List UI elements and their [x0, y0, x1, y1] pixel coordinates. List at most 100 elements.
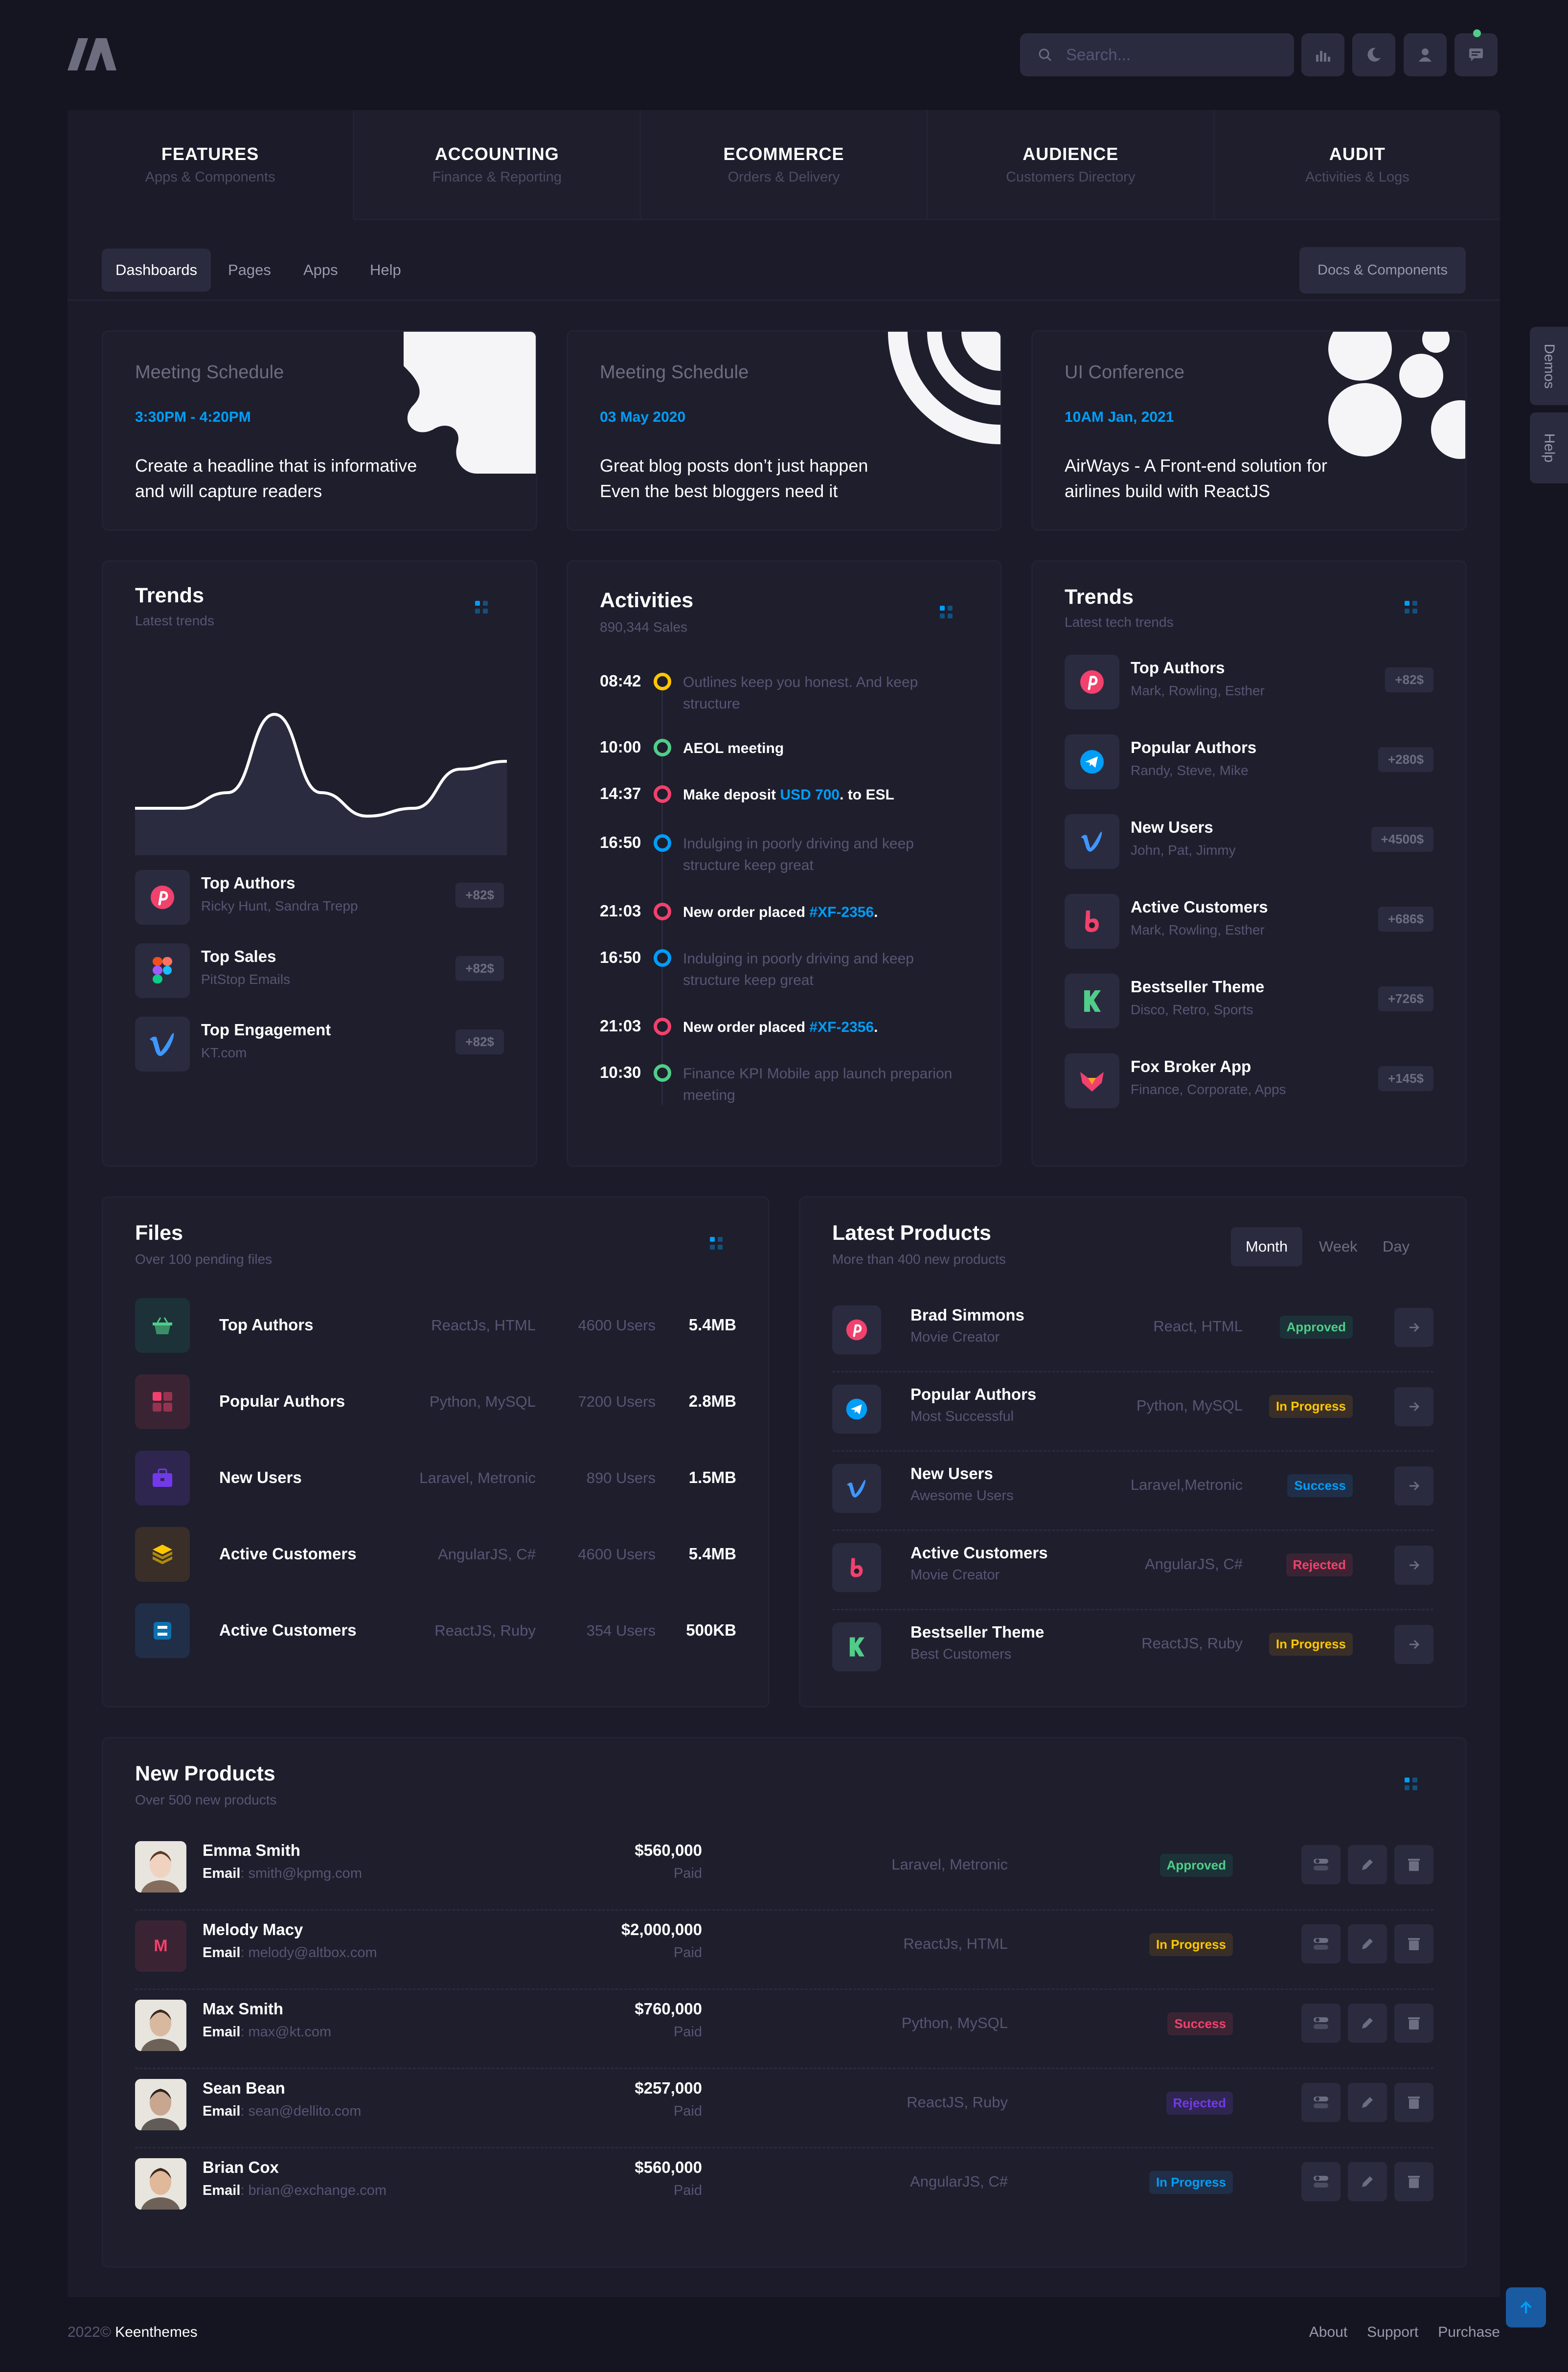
list-item[interactable]: Top Engagement KT.com +82$ [135, 1017, 504, 1073]
table-row[interactable]: Brian Cox Email: brian@exchange.com $560,0… [135, 2148, 1433, 2228]
search-box[interactable]: Search... [1020, 33, 1294, 76]
product-row[interactable]: Brad Simmons Movie Creator React, HTML Appr… [832, 1293, 1433, 1372]
file-users: 7200 Users [578, 1393, 656, 1410]
delete-button[interactable] [1394, 1845, 1433, 1884]
edit-button[interactable] [1348, 2162, 1387, 2201]
subnav-dashboards[interactable]: Dashboards [102, 249, 211, 292]
segment-month[interactable]: Month [1231, 1227, 1303, 1266]
list-item[interactable]: Active Customers Mark, Rowling, Esther +68… [1065, 894, 1433, 950]
trash-icon [1408, 2176, 1420, 2188]
table-row[interactable]: Max Smith Email: max@kt.com $760,000 Paid Py… [135, 1990, 1433, 2069]
list-item[interactable]: Top Authors Ricky Hunt, Sandra Trepp +82… [135, 870, 504, 926]
list-item[interactable]: Top Authors Mark, Rowling, Esther +82$ [1065, 655, 1433, 711]
product-row[interactable]: Popular Authors Most Successful Python, My… [832, 1372, 1433, 1452]
theme-button[interactable] [1352, 33, 1395, 76]
trash-icon [1408, 2017, 1420, 2030]
footer-link-support[interactable]: Support [1367, 2324, 1418, 2341]
table-row[interactable]: M Melody Macy Email: melody@altbox.com $2,0… [135, 1911, 1433, 1990]
demos-side-tab[interactable]: Demos [1530, 327, 1568, 405]
segment-week[interactable]: Week [1304, 1227, 1372, 1266]
docs-components-button[interactable]: Docs & Components [1299, 247, 1466, 294]
timeline-time: 10:30 [600, 1063, 641, 1081]
open-product-button[interactable] [1394, 1308, 1433, 1347]
card-subtitle: Over 100 pending files [135, 1252, 273, 1267]
chat-button[interactable] [1454, 33, 1498, 76]
file-row[interactable]: New Users Laravel, Metronic 890 Users 1.5MB [135, 1451, 736, 1507]
list-item[interactable]: New Users John, Pat, Jimmy +4500$ [1065, 814, 1433, 870]
menu-dots-icon[interactable] [940, 606, 954, 620]
subnav-help[interactable]: Help [356, 249, 415, 292]
circles-shape-icon [1328, 332, 1465, 459]
tab-accounting[interactable]: ACCOUNTING Finance & Reporting [354, 110, 641, 220]
edit-button[interactable] [1348, 1845, 1387, 1884]
bebo-icon [832, 1543, 881, 1592]
list-item[interactable]: Popular Authors Randy, Steve, Mike +280$ [1065, 734, 1433, 791]
file-row[interactable]: Active Customers ReactJS, Ruby 354 Users 50… [135, 1603, 736, 1660]
product-row[interactable]: New Users Awesome Users Laravel,Metronic Su… [832, 1452, 1433, 1531]
scroll-top-button[interactable] [1506, 2287, 1546, 2327]
product-row[interactable]: Active Customers Movie Creator AngularJS, … [832, 1531, 1433, 1610]
menu-dots-icon[interactable] [710, 1237, 725, 1252]
product-row[interactable]: Bestseller Theme Best Customers ReactJS, R… [832, 1610, 1433, 1689]
delete-button[interactable] [1394, 2004, 1433, 2043]
avatar [135, 2079, 186, 2130]
promo-card-2[interactable]: Meeting Schedule 03 May 2020 Great blog … [567, 330, 1002, 531]
open-product-button[interactable] [1394, 1387, 1433, 1426]
file-row[interactable]: Popular Authors Python, MySQL 7200 Users 2.… [135, 1374, 736, 1431]
file-row[interactable]: Top Authors ReactJs, HTML 4600 Users 5.4MB [135, 1298, 736, 1354]
edit-button[interactable] [1348, 1924, 1387, 1963]
tab-audit[interactable]: AUDIT Activities & Logs [1214, 110, 1500, 220]
delete-button[interactable] [1394, 2162, 1433, 2201]
footer-link-about[interactable]: About [1309, 2324, 1347, 2341]
tab-audience[interactable]: AUDIENCE Customers Directory [928, 110, 1215, 220]
product-title: Brad Simmons [910, 1306, 1024, 1324]
edit-button[interactable] [1348, 2004, 1387, 2043]
toggle-button[interactable] [1301, 2162, 1341, 2201]
list-item[interactable]: Fox Broker App Finance, Corporate, Apps +1… [1065, 1053, 1433, 1110]
footer-link-purchase[interactable]: Purchase [1438, 2324, 1500, 2341]
toggle-button[interactable] [1301, 2083, 1341, 2122]
logo-icon[interactable] [68, 38, 116, 70]
table-row[interactable]: Emma Smith Email: smith@kpmg.com $560,000 P… [135, 1831, 1433, 1911]
card-subtitle: 890,344 Sales [600, 619, 688, 635]
tab-features[interactable]: FEATURES Apps & Components [68, 110, 355, 220]
file-row[interactable]: Active Customers AngularJS, C# 4600 Users 5… [135, 1527, 736, 1583]
open-product-button[interactable] [1394, 1625, 1433, 1664]
segment-day[interactable]: Day [1368, 1227, 1424, 1266]
search-placeholder[interactable]: Search... [1066, 46, 1131, 64]
file-name: Active Customers [219, 1621, 357, 1639]
status-badge: Success [1287, 1474, 1353, 1497]
tab-ecommerce[interactable]: ECOMMERCE Orders & Delivery [641, 110, 928, 220]
timeline-text: New order placed #XF-2356. [683, 904, 878, 920]
product-tech: ReactJs, HTML [903, 1935, 1008, 1952]
promo-card-1[interactable]: Meeting Schedule 3:30PM - 4:20PM Create … [102, 330, 537, 531]
subnav-apps[interactable]: Apps [290, 249, 352, 292]
menu-dots-icon[interactable] [475, 601, 490, 616]
toggle-button[interactable] [1301, 1845, 1341, 1884]
delete-button[interactable] [1394, 2083, 1433, 2122]
table-row[interactable]: Sean Bean Email: sean@dellito.com $257,000… [135, 2069, 1433, 2148]
user-button[interactable] [1404, 33, 1447, 76]
list-item[interactable]: Top Sales PitStop Emails +82$ [135, 943, 504, 1000]
timeline-link[interactable]: #XF-2356 [809, 904, 874, 920]
row-title: Top Authors [201, 874, 295, 892]
promo-card-3[interactable]: UI Conference 10AM Jan, 2021 AirWays - A… [1031, 330, 1467, 531]
promo-text: Great blog posts don’t just happen Even … [600, 456, 868, 501]
status-badge: In Progress [1149, 2171, 1233, 2194]
subnav-pages[interactable]: Pages [214, 249, 285, 292]
menu-dots-icon[interactable] [1405, 1778, 1419, 1792]
help-side-tab[interactable]: Help [1530, 412, 1568, 483]
menu-dots-icon[interactable] [1405, 601, 1419, 616]
toggle-button[interactable] [1301, 2004, 1341, 2043]
timeline-link[interactable]: #XF-2356 [809, 1019, 874, 1035]
open-product-button[interactable] [1394, 1466, 1433, 1505]
user-icon [1419, 48, 1432, 62]
toggle-button[interactable] [1301, 1924, 1341, 1963]
footer-brand-link[interactable]: Keenthemes [115, 2324, 197, 2340]
open-product-button[interactable] [1394, 1546, 1433, 1585]
chart-button[interactable] [1301, 33, 1344, 76]
delete-button[interactable] [1394, 1924, 1433, 1963]
list-item[interactable]: Bestseller Theme Disco, Retro, Sports +726… [1065, 974, 1433, 1030]
edit-button[interactable] [1348, 2083, 1387, 2122]
timeline-link[interactable]: USD 700 [780, 787, 840, 803]
